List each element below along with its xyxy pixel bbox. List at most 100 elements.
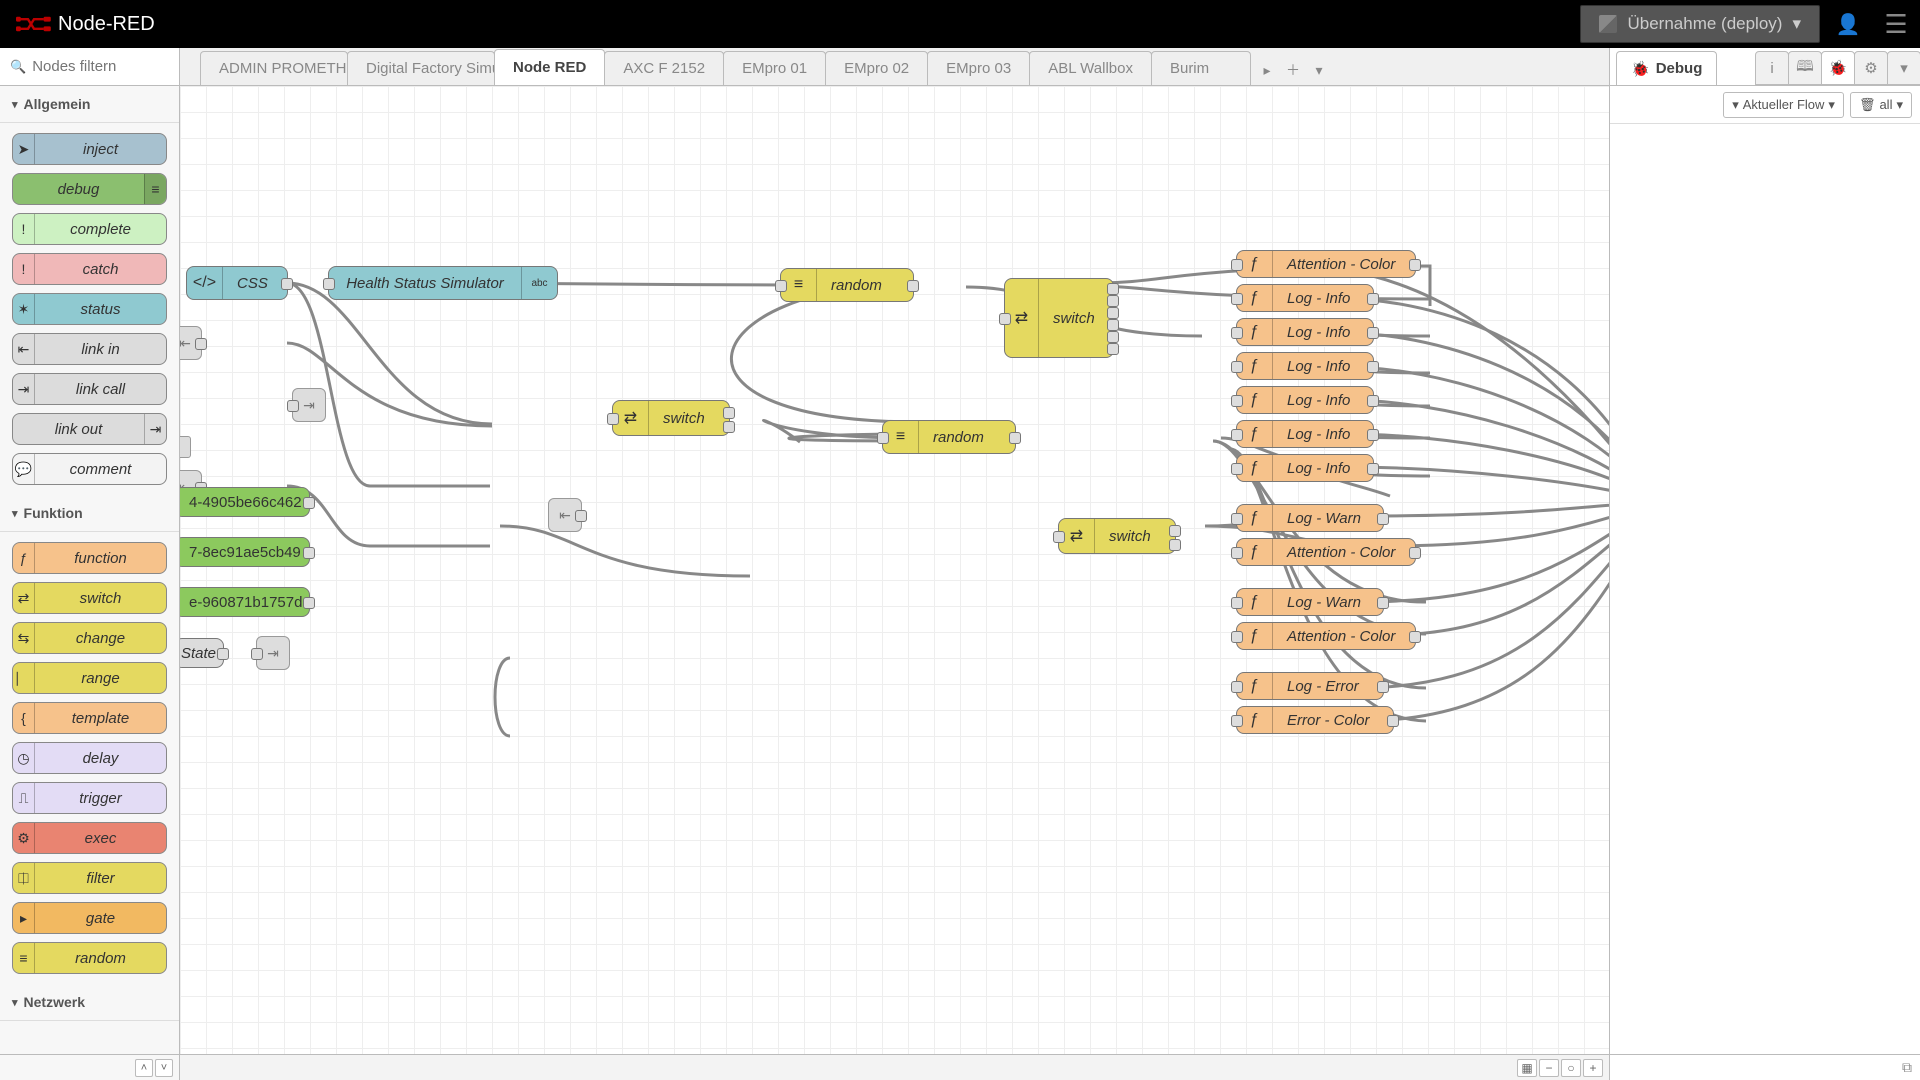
palette-node-comment[interactable]: 💬comment bbox=[12, 453, 167, 485]
link-out-node[interactable]: ⇥ bbox=[256, 636, 290, 670]
flow-node-random[interactable]: ≡ random bbox=[780, 268, 914, 302]
node-icon: ≡ bbox=[144, 174, 166, 204]
palette-node-inject[interactable]: ➤inject bbox=[12, 133, 167, 165]
zoom-in-icon[interactable]: + bbox=[1583, 1059, 1603, 1077]
flow-node-switch[interactable]: ⇄ switch bbox=[1058, 518, 1176, 554]
flow-node-health-sim[interactable]: Health Status Simulator abc bbox=[328, 266, 558, 300]
flow-node-function[interactable]: ƒLog - Error bbox=[1236, 672, 1384, 700]
flow-node-function[interactable]: ƒAttention - Color bbox=[1236, 538, 1416, 566]
flow-node-uuid-2[interactable]: 7-8ec91ae5cb49 bbox=[180, 537, 310, 567]
palette-node-gate[interactable]: ▸gate bbox=[12, 902, 167, 934]
node-icon: ⇄ bbox=[13, 583, 35, 613]
flow-node-function[interactable]: ƒLog - Warn bbox=[1236, 588, 1384, 616]
palette-category[interactable]: ▾Allgemein bbox=[0, 86, 179, 123]
debug-filter-button[interactable]: ▾Aktueller Flow▾ bbox=[1723, 92, 1844, 118]
node-icon: ✶ bbox=[13, 294, 35, 324]
user-icon[interactable]: 👤 bbox=[1824, 0, 1872, 48]
flow-node-function[interactable]: ƒLog - Info bbox=[1236, 284, 1374, 312]
node-icon: ⇤ bbox=[13, 334, 35, 364]
flow-tab[interactable]: Burim bbox=[1151, 51, 1251, 85]
palette-node-link-call[interactable]: ⇥link call bbox=[12, 373, 167, 405]
palette-node-range[interactable]: ⎸range bbox=[12, 662, 167, 694]
deploy-button[interactable]: Übernahme (deploy) ▾ bbox=[1580, 5, 1820, 43]
tab-add-icon[interactable]: ＋ bbox=[1280, 55, 1306, 85]
node-icon: ≡ bbox=[13, 943, 35, 973]
zoom-reset-icon[interactable]: ○ bbox=[1561, 1059, 1581, 1077]
help-icon[interactable]: 🕮 bbox=[1788, 51, 1822, 85]
chevron-down-icon[interactable]: ▾ bbox=[1887, 51, 1920, 85]
menu-icon[interactable]: ☰ bbox=[1872, 0, 1920, 48]
palette-node-filter[interactable]: ⎅filter bbox=[12, 862, 167, 894]
navigator-icon[interactable]: ▦ bbox=[1517, 1059, 1537, 1077]
filter-icon: ▾ bbox=[1732, 97, 1739, 113]
node-icon: { bbox=[13, 703, 35, 733]
palette-node-random[interactable]: ≡random bbox=[12, 942, 167, 974]
link-in-node[interactable]: ⇤ bbox=[180, 326, 202, 360]
palette-node-link-in[interactable]: ⇤link in bbox=[12, 333, 167, 365]
palette-node-template[interactable]: {template bbox=[12, 702, 167, 734]
flow-node-random[interactable]: ≡ random bbox=[882, 420, 1016, 454]
flow-node-function[interactable]: ƒLog - Info bbox=[1236, 318, 1374, 346]
node-icon: ⎅ bbox=[13, 863, 35, 893]
flow-node-switch-large[interactable]: ⇄ switch bbox=[1004, 278, 1114, 358]
chevron-down-icon: ▾ bbox=[12, 507, 18, 520]
link-port[interactable] bbox=[180, 436, 191, 458]
flow-tabs: ADMIN PROMETHEDigital Factory SimuNode R… bbox=[180, 48, 1609, 86]
flow-node-function[interactable]: ƒLog - Info bbox=[1236, 420, 1374, 448]
palette-node-debug[interactable]: debug≡ bbox=[12, 173, 167, 205]
flow-tab[interactable]: AXC F 2152 bbox=[604, 51, 724, 85]
config-icon[interactable]: ⚙ bbox=[1854, 51, 1888, 85]
palette-node-catch[interactable]: !catch bbox=[12, 253, 167, 285]
node-icon: ! bbox=[13, 214, 35, 244]
sidebar-open-window-icon[interactable]: ⧉ bbox=[1902, 1059, 1912, 1076]
flow-tab[interactable]: ADMIN PROMETHE bbox=[200, 51, 348, 85]
node-icon: ⇥ bbox=[144, 414, 166, 444]
tab-menu-icon[interactable]: ▾ bbox=[1306, 55, 1332, 85]
debug-icon[interactable]: 🐞 bbox=[1821, 51, 1855, 85]
node-icon: ▸ bbox=[13, 903, 35, 933]
tab-scroll-icon[interactable]: ▸ bbox=[1254, 55, 1280, 85]
flow-node-function[interactable]: ƒLog - Info bbox=[1236, 352, 1374, 380]
flow-node-function[interactable]: ƒLog - Warn bbox=[1236, 504, 1384, 532]
palette-node-switch[interactable]: ⇄switch bbox=[12, 582, 167, 614]
debug-clear-button[interactable]: 🗑all▾ bbox=[1850, 92, 1912, 118]
flow-tab[interactable]: Node RED bbox=[494, 49, 605, 85]
palette-node-exec[interactable]: ⚙exec bbox=[12, 822, 167, 854]
info-icon[interactable]: i bbox=[1755, 51, 1789, 85]
node-icon: 💬 bbox=[13, 454, 35, 484]
palette-node-complete[interactable]: !complete bbox=[12, 213, 167, 245]
palette-node-change[interactable]: ⇆change bbox=[12, 622, 167, 654]
flow-node-state[interactable]: State bbox=[180, 638, 224, 668]
flow-tab[interactable]: Digital Factory Simu bbox=[347, 51, 495, 85]
flow-canvas[interactable]: </> CSS Health Status Simulator abc ⇤ ⇤ … bbox=[180, 86, 1609, 1054]
flow-node-function[interactable]: ƒLog - Info bbox=[1236, 454, 1374, 482]
flow-node-css[interactable]: </> CSS bbox=[186, 266, 288, 300]
flow-node-uuid-1[interactable]: 4-4905be66c462 bbox=[180, 487, 310, 517]
palette-node-delay[interactable]: ◷delay bbox=[12, 742, 167, 774]
flow-node-function[interactable]: ƒAttention - Color bbox=[1236, 622, 1416, 650]
palette-node-trigger[interactable]: ⎍trigger bbox=[12, 782, 167, 814]
link-out-node[interactable]: ⇥ bbox=[292, 388, 326, 422]
palette-node-status[interactable]: ✶status bbox=[12, 293, 167, 325]
flow-node-function[interactable]: ƒLog - Info bbox=[1236, 386, 1374, 414]
chevron-down-icon: ▾ bbox=[1896, 97, 1903, 113]
flow-tab[interactable]: ABL Wallbox bbox=[1029, 51, 1152, 85]
flow-node-function[interactable]: ƒAttention - Color bbox=[1236, 250, 1416, 278]
palette-search-input[interactable] bbox=[32, 58, 169, 75]
palette-collapse-down-icon[interactable]: ˅ bbox=[155, 1059, 173, 1077]
flow-tab[interactable]: EMpro 01 bbox=[723, 51, 826, 85]
palette-category[interactable]: ▾Netzwerk bbox=[0, 984, 179, 1021]
flow-tab[interactable]: EMpro 03 bbox=[927, 51, 1030, 85]
zoom-out-icon[interactable]: − bbox=[1539, 1059, 1559, 1077]
flow-node-uuid-3[interactable]: e-960871b1757d bbox=[180, 587, 310, 617]
flow-node-function[interactable]: ƒError - Color bbox=[1236, 706, 1394, 734]
palette-node-function[interactable]: ƒfunction bbox=[12, 542, 167, 574]
flow-tab[interactable]: EMpro 02 bbox=[825, 51, 928, 85]
palette-node-link-out[interactable]: link out⇥ bbox=[12, 413, 167, 445]
bug-icon: 🐞 bbox=[1631, 60, 1650, 78]
palette-category[interactable]: ▾Funktion bbox=[0, 495, 179, 532]
debug-tab[interactable]: 🐞 Debug bbox=[1616, 51, 1717, 85]
palette-collapse-up-icon[interactable]: ˄ bbox=[135, 1059, 153, 1077]
link-in-node[interactable]: ⇤ bbox=[548, 498, 582, 532]
flow-node-switch[interactable]: ⇄ switch bbox=[612, 400, 730, 436]
